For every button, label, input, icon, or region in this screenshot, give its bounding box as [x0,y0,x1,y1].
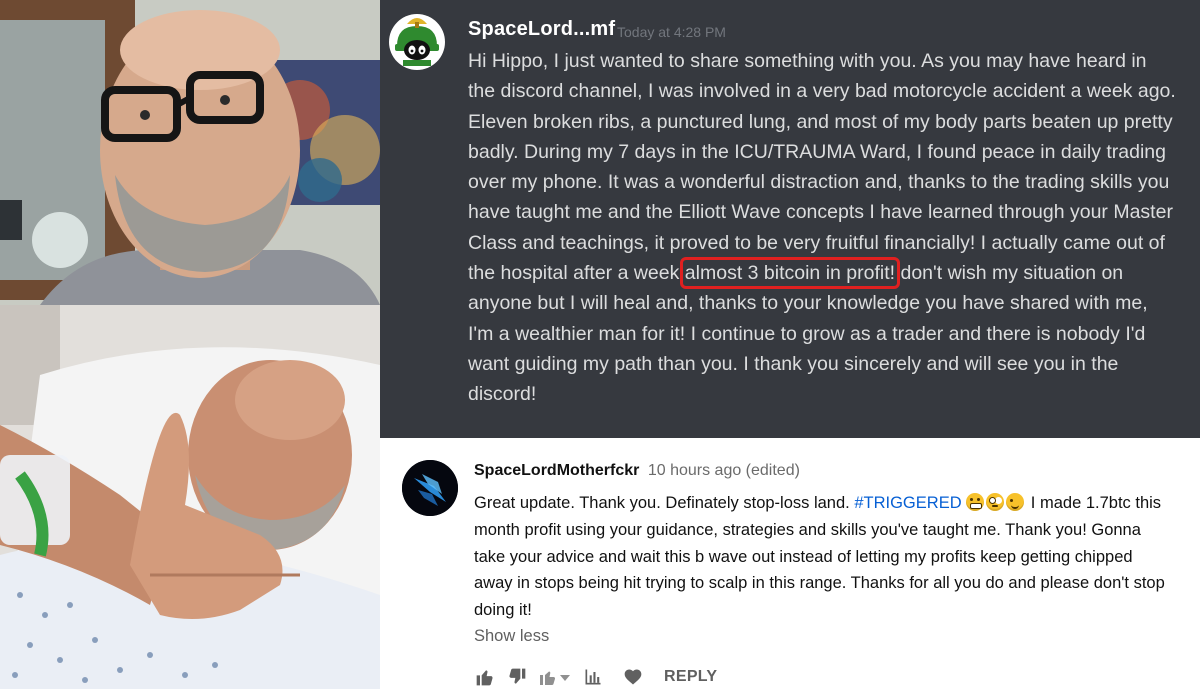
dislike-button[interactable] [506,667,528,687]
reply-button[interactable]: REPLY [664,668,717,686]
creator-heart-menu-button[interactable] [538,667,572,687]
thumbs-down-icon [509,668,526,684]
analytics-button[interactable] [582,667,604,687]
grimacing-face-emoji-icon [966,493,985,511]
heart-icon [624,669,642,685]
discord-username[interactable]: SpaceLord...mf [468,18,615,41]
hospital-photo-illustration [0,305,380,689]
thumbs-up-icon [476,670,493,686]
discord-message-text: Hi Hippo, I just wanted to share somethi… [468,46,1178,410]
selfie-photo-illustration [0,0,380,305]
comment-actions: REPLY [474,665,717,689]
comment-text-part1: Great update. Thank you. Definately stop… [474,494,855,512]
marvin-martian-avatar-icon [389,14,445,70]
hashtag-link[interactable]: #TRIGGERED [854,494,961,512]
face-with-rolling-eyes-emoji-icon [986,493,1005,511]
comment-header: SpaceLordMotherfckr 10 hours ago (edited… [474,462,800,480]
heart-button[interactable] [622,667,644,687]
show-less-link[interactable]: Show less [474,627,549,646]
comment-text: Great update. Thank you. Definately stop… [474,490,1174,624]
creator-heart-menu-icon [540,671,570,685]
discord-message-panel: SpaceLord...mf Today at 4:28 PM Hi Hippo… [380,0,1200,438]
blue-abstract-avatar-icon [402,460,458,516]
winking-face-emoji-icon [1006,493,1025,511]
selfie-photo [0,0,380,305]
comment-author[interactable]: SpaceLordMotherfckr [474,462,639,479]
message-text-before: Hi Hippo, I just wanted to share somethi… [468,50,1176,285]
highlighted-profit-text: almost 3 bitcoin in profit! [679,257,901,290]
youtube-comment-panel: SpaceLordMotherfckr 10 hours ago (edited… [380,438,1200,689]
comment-meta: 10 hours ago (edited) [647,462,800,479]
comment-text-part2: I made 1.7btc this month profit using yo… [474,494,1165,620]
analytics-icon [585,669,601,685]
user-avatar[interactable] [389,14,445,70]
commenter-avatar[interactable] [402,460,458,516]
hospital-photo [0,305,380,689]
like-button[interactable] [474,667,496,687]
message-timestamp: Today at 4:28 PM [617,24,726,40]
